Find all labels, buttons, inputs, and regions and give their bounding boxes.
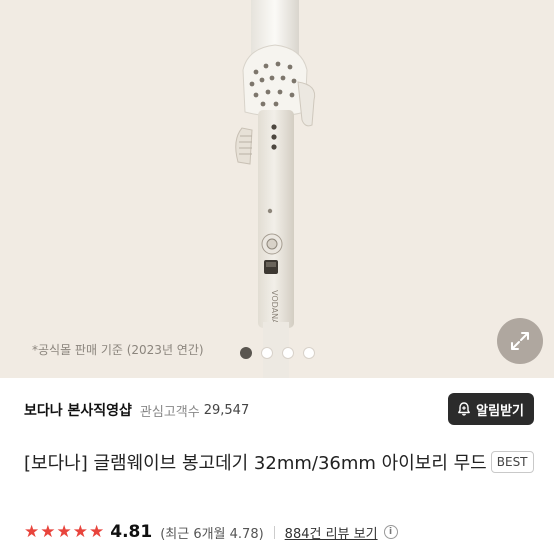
fans-count: 29,547 [203, 402, 250, 418]
recent-rating: (최근 6개월 4.78) [160, 526, 264, 542]
divider [273, 525, 275, 539]
expand-icon [511, 332, 529, 350]
carousel-dot[interactable] [240, 347, 252, 359]
fans-label: 관심고객수 [139, 404, 200, 420]
rating-row: ★ ★ ★ ★ ★ 4.81 (최근 6개월 4.78) 884건 리뷰 보기 … [24, 520, 398, 544]
carousel-indicator [240, 347, 315, 359]
alarm-button[interactable]: 알림받기 [448, 393, 534, 425]
expand-image-button[interactable] [497, 318, 543, 364]
product-image: VODANA [235, 0, 316, 378]
seller-name[interactable]: 보다나 본사직영샵 [24, 400, 132, 420]
product-title: [보다나] 글램웨이브 봉고데기 32mm/36mm 아이보리 무드 BEST [24, 449, 544, 479]
review-link[interactable]: 884건 리뷰 보기 [285, 523, 378, 542]
image-caption: *공식몰 판매 기준 (2023년 연간) [32, 343, 204, 357]
alarm-button-label: 알림받기 [476, 403, 524, 419]
star-icon: ★ [40, 521, 56, 542]
seller-row: 보다나 본사직영샵 관심고객수 29,547 알림받기 [24, 393, 534, 425]
product-image-carousel[interactable]: VODANA *공식몰 판매 기준 (2023년 연간) [0, 0, 554, 378]
star-icon: ★ [24, 521, 40, 542]
rating-score: 4.81 [110, 522, 153, 542]
product-title-text: [보다나] 글램웨이브 봉고데기 32mm/36mm 아이보리 무드 [24, 453, 487, 474]
info-icon[interactable]: i [383, 525, 398, 539]
brand-print: VODANA [270, 290, 279, 325]
carousel-dot[interactable] [282, 347, 294, 359]
carousel-dot[interactable] [303, 347, 315, 359]
star-icon: ★ [56, 521, 72, 542]
best-badge: BEST [490, 451, 534, 473]
rating-stars: ★ ★ ★ ★ ★ [24, 521, 105, 542]
carousel-dot[interactable] [261, 347, 273, 359]
star-icon: ★ [89, 521, 105, 542]
star-icon: ★ [72, 521, 88, 542]
bell-plus-icon [458, 402, 471, 416]
